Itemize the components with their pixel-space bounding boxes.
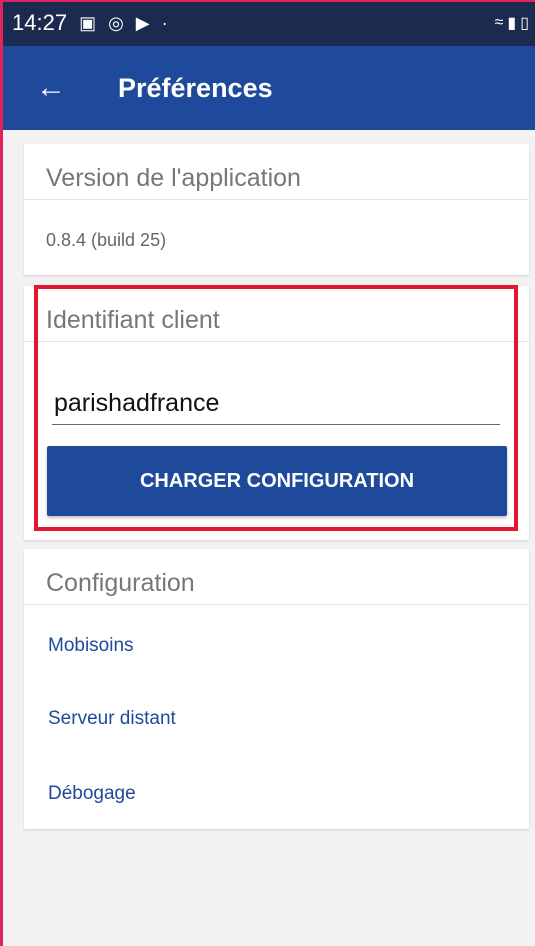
dot-icon: · [161, 12, 168, 33]
version-card: Version de l'application 0.8.4 (build 25… [24, 144, 529, 275]
config-item-serveur-distant[interactable]: Serveur distant [48, 708, 176, 730]
version-card-title: Version de l'application [24, 144, 529, 200]
image-icon: ▣ [79, 12, 97, 33]
config-item-debogage[interactable]: Débogage [48, 783, 136, 805]
arrow-left-icon[interactable]: ← [36, 71, 76, 105]
frame-border-left [0, 0, 3, 946]
status-bar: 14:27 ▣ ◎ ▶ · ≈ ▮ ▯ [0, 0, 535, 46]
version-value: 0.8.4 (build 25) [46, 230, 167, 250]
config-item-mobisoins[interactable]: Mobisoins [48, 635, 134, 657]
page-title: Préférences [118, 72, 273, 103]
battery-icon: ▯ [520, 15, 529, 32]
status-time: 14:27 [12, 10, 68, 35]
highlight-box [34, 285, 518, 531]
config-card-title: Configuration [24, 549, 529, 605]
app-bar: ← Préférences [0, 46, 535, 130]
at-icon: ◎ [108, 12, 124, 33]
wifi-icon: ≈ [494, 14, 504, 31]
signal-icon: ▮ [507, 15, 517, 32]
frame-border-top [0, 0, 535, 2]
cast-icon: ▶ [135, 12, 150, 33]
